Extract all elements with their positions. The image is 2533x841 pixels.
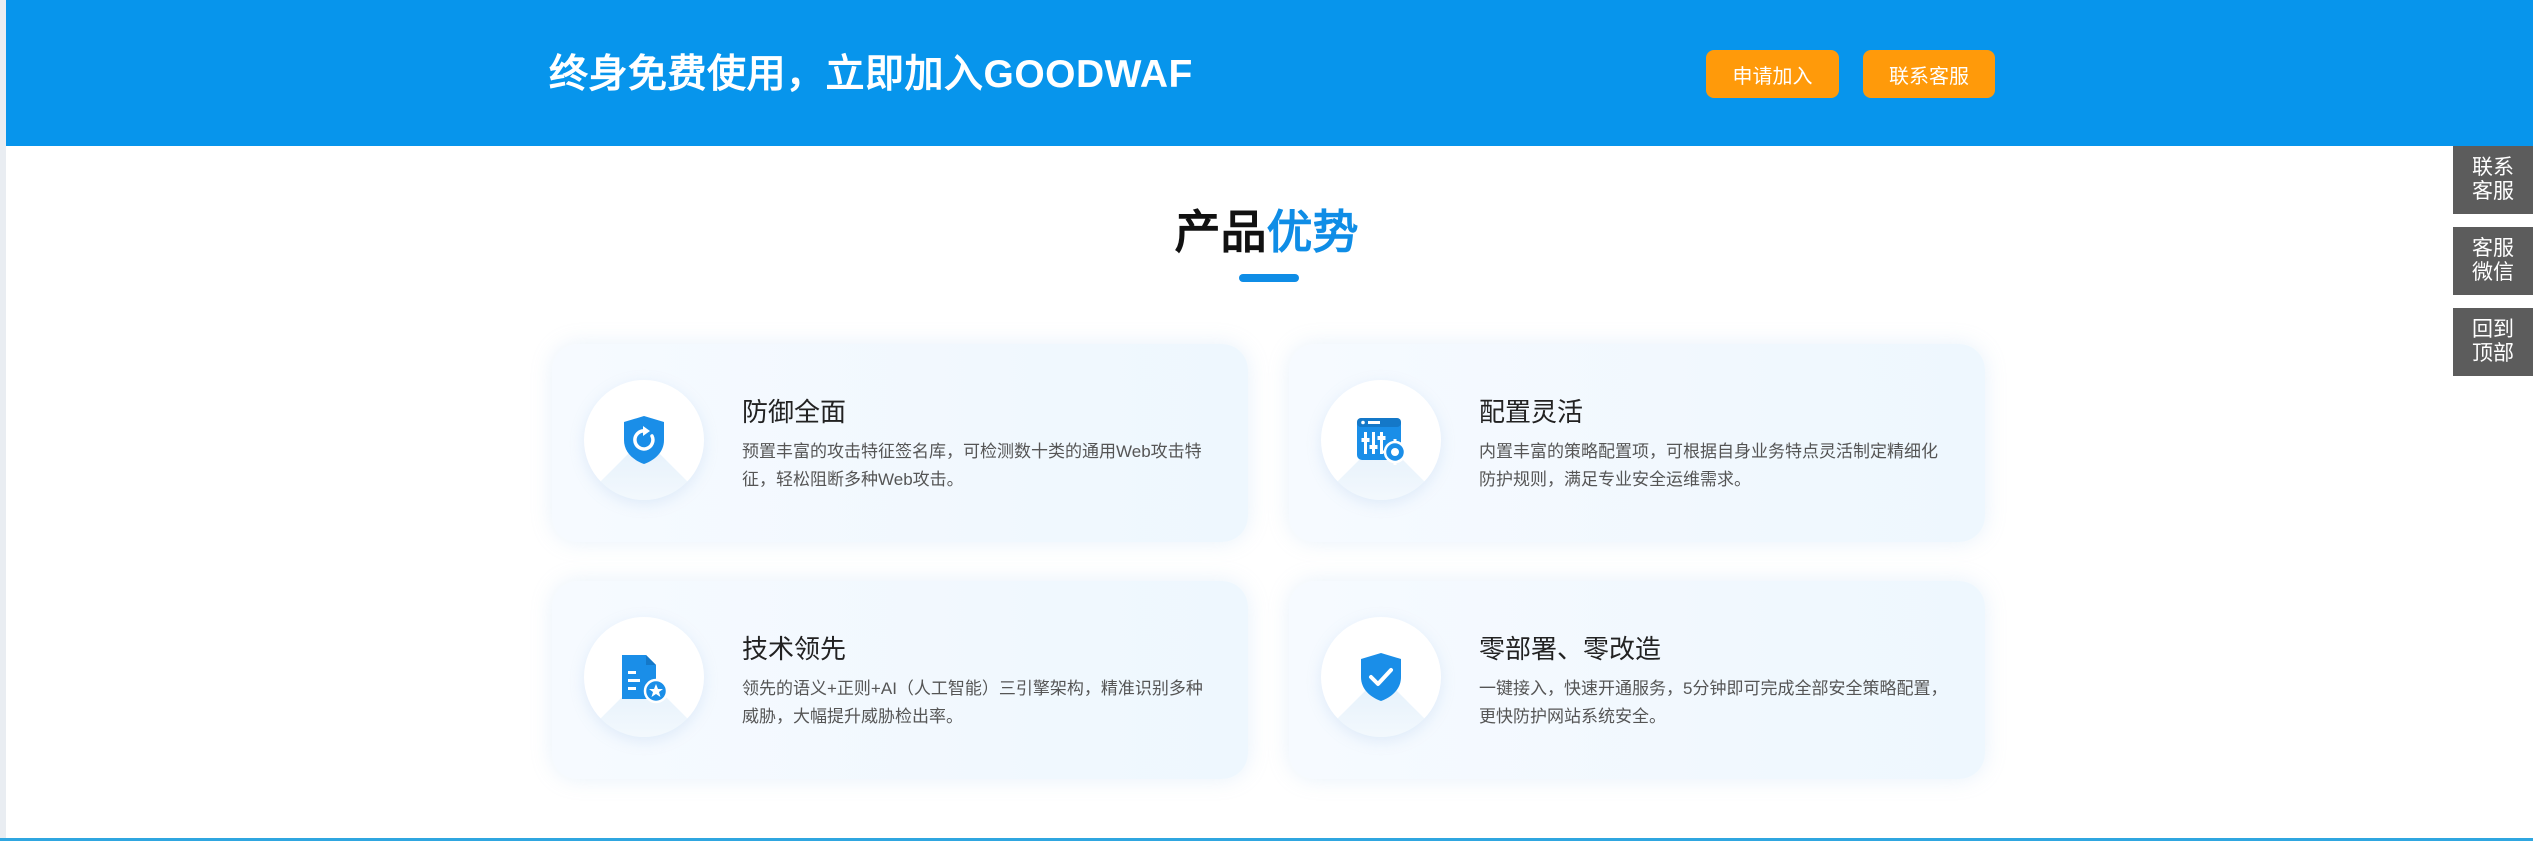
promo-banner: 终身免费使用，立即加入GOODWAF 申请加入 联系客服 xyxy=(6,0,2533,146)
feature-description: 内置丰富的策略配置项，可根据自身业务特点灵活制定精细化防护规则，满足专业安全运维… xyxy=(1479,442,1938,489)
document-star-icon xyxy=(622,655,669,704)
feature-icon-badge xyxy=(584,617,704,737)
feature-icon-badge xyxy=(584,380,704,500)
banner-title: 终身免费使用，立即加入GOODWAF xyxy=(549,53,1193,96)
feature-icon-badge xyxy=(1321,617,1441,737)
shield-refresh-icon xyxy=(624,416,664,464)
feature-card-tech: 技术领先 领先的语义+正则+AI（人工智能）三引擎架构，精准识别多种威胁，大幅提… xyxy=(552,581,1248,779)
section-title: 产品优势 xyxy=(0,196,2533,262)
apply-join-button[interactable]: 申请加入 xyxy=(1706,50,1839,98)
feature-description: 一键接入，快速开通服务，5分钟即可完成全部安全策略配置，更快防护网站系统安全。 xyxy=(1479,679,1948,726)
config-gear-icon xyxy=(1357,418,1408,465)
side-wechat-support-button[interactable]: 客服微信 xyxy=(2453,227,2533,295)
feature-title: 配置灵活 xyxy=(1479,397,1584,427)
feature-card-config: 配置灵活 内置丰富的策略配置项，可根据自身业务特点灵活制定精细化防护规则，满足专… xyxy=(1289,344,1985,542)
feature-description: 预置丰富的攻击特征签名库，可检测数十类的通用Web攻击特征，轻松阻断多种Web攻… xyxy=(742,442,1202,489)
section-title-accent: 优势 xyxy=(1266,206,1359,258)
feature-title: 零部署、零改造 xyxy=(1479,634,1662,664)
feature-card-zero-deploy: 零部署、零改造 一键接入，快速开通服务，5分钟即可完成全部安全策略配置，更快防护… xyxy=(1289,581,1985,779)
feature-title: 技术领先 xyxy=(742,634,847,664)
feature-card-defense: 防御全面 预置丰富的攻击特征签名库，可检测数十类的通用Web攻击特征，轻松阻断多… xyxy=(552,344,1248,542)
section-title-underline xyxy=(1239,274,1299,282)
feature-icon-badge xyxy=(1321,380,1441,500)
feature-description: 领先的语义+正则+AI（人工智能）三引擎架构，精准识别多种威胁，大幅提升威胁检出… xyxy=(742,679,1203,726)
section-title-main: 产品 xyxy=(1174,206,1267,258)
shield-check-icon xyxy=(1361,653,1401,701)
feature-title: 防御全面 xyxy=(742,397,847,427)
contact-support-button[interactable]: 联系客服 xyxy=(1863,50,1995,98)
side-contact-support-button[interactable]: 联系客服 xyxy=(2453,146,2533,214)
back-to-top-button[interactable]: 回到顶部 xyxy=(2453,308,2533,376)
